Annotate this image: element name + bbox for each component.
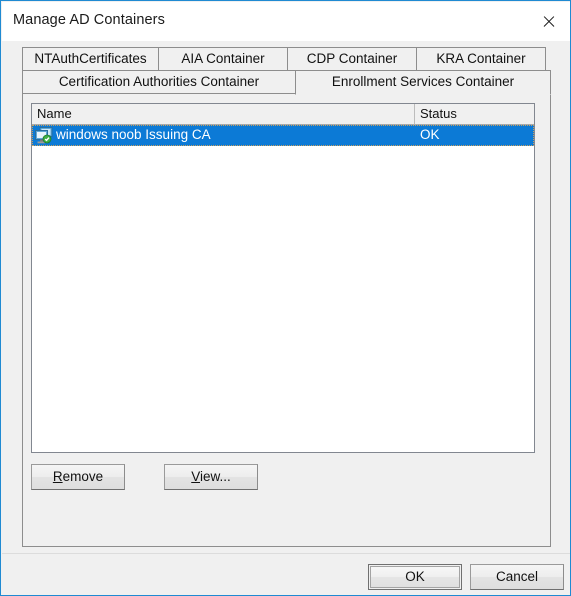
- remove-rest: emove: [62, 469, 104, 484]
- title-bar: Manage AD Containers: [2, 2, 570, 41]
- cancel-button-label: Cancel: [495, 569, 539, 584]
- column-header-status[interactable]: Status: [415, 104, 534, 125]
- ok-button-label: OK: [370, 566, 460, 588]
- view-button-label: View...: [165, 465, 257, 489]
- containers-list[interactable]: Name Status windows noob Issuing CA OK: [31, 103, 535, 453]
- remove-button-label: Remove: [32, 465, 124, 489]
- tab-ntauthcertificates[interactable]: NTAuthCertificates: [22, 47, 159, 70]
- tab-aia-container[interactable]: AIA Container: [158, 47, 288, 70]
- window-title: Manage AD Containers: [13, 12, 165, 28]
- tab-cdp-container[interactable]: CDP Container: [287, 47, 417, 70]
- dialog-button-bar: OK Cancel: [2, 553, 570, 595]
- tab-panel: Name Status windows noob Issuing CA OK R…: [22, 93, 551, 547]
- tab-certification-authorities-container[interactable]: Certification Authorities Container: [22, 70, 296, 93]
- client-area: NTAuthCertificates AIA Container CDP Con…: [2, 41, 570, 595]
- tab-row-1: NTAuthCertificates AIA Container CDP Con…: [22, 47, 551, 71]
- view-button[interactable]: View...: [164, 464, 258, 490]
- tab-label: NTAuthCertificates: [34, 51, 147, 66]
- tab-row-2: Certification Authorities Container Enro…: [22, 70, 551, 95]
- view-accel: V: [191, 469, 200, 484]
- row-name-cell: windows noob Issuing CA: [56, 127, 211, 142]
- remove-button[interactable]: Remove: [31, 464, 125, 490]
- close-button[interactable]: [526, 2, 570, 40]
- view-rest: iew...: [200, 469, 231, 484]
- tab-label: Certification Authorities Container: [58, 74, 260, 89]
- column-header-name[interactable]: Name: [32, 104, 415, 125]
- list-rows: windows noob Issuing CA OK: [32, 125, 534, 452]
- tab-kra-container[interactable]: KRA Container: [416, 47, 546, 70]
- ok-button[interactable]: OK: [368, 564, 462, 590]
- cancel-button[interactable]: Cancel: [470, 564, 564, 590]
- tab-label: CDP Container: [306, 51, 398, 66]
- manage-ad-containers-dialog: Manage AD Containers NTAuthCertificates …: [0, 0, 571, 596]
- table-row[interactable]: windows noob Issuing CA OK: [32, 125, 534, 146]
- tab-label: AIA Container: [181, 51, 265, 66]
- row-status-cell: OK: [420, 127, 440, 142]
- tab-control: NTAuthCertificates AIA Container CDP Con…: [22, 47, 551, 547]
- remove-accel: R: [52, 469, 63, 484]
- certification-authority-server-icon: [35, 127, 53, 144]
- list-header: Name Status: [32, 104, 534, 125]
- close-icon: [542, 15, 555, 28]
- tab-label: Enrollment Services Container: [331, 74, 515, 89]
- tab-label: KRA Container: [436, 51, 526, 66]
- tab-enrollment-services-container[interactable]: Enrollment Services Container: [295, 70, 551, 95]
